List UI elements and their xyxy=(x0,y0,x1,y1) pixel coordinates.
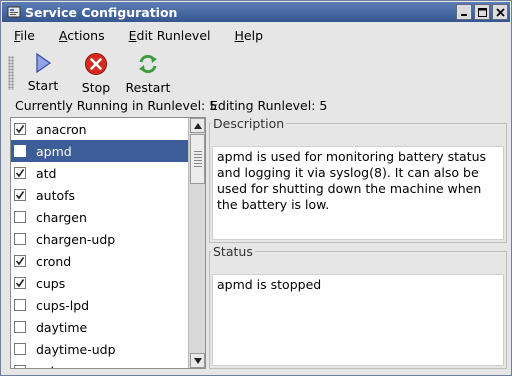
menu-actions[interactable]: Actions xyxy=(47,28,117,43)
window-controls xyxy=(456,4,508,20)
close-icon xyxy=(495,7,505,17)
menu-help-mnemonic: H xyxy=(234,27,244,43)
scroll-thumb-grip xyxy=(194,151,202,167)
status-legend: Status xyxy=(213,244,253,259)
status-frame: Status apmd is stopped xyxy=(209,244,507,369)
service-name: daytime xyxy=(36,319,88,335)
menu-edit-runlevel-mnemonic: E xyxy=(128,27,137,43)
menu-actions-mnemonic: A xyxy=(58,27,68,43)
minimize-button[interactable] xyxy=(456,4,472,20)
stop-label: Stop xyxy=(81,80,111,95)
stop-button[interactable]: Stop xyxy=(69,52,123,96)
checkmark-icon xyxy=(15,191,25,200)
toolbar-grip[interactable] xyxy=(8,56,14,90)
window-title: Service Configuration xyxy=(25,4,178,20)
service-checkbox[interactable] xyxy=(14,343,26,355)
scroll-thumb[interactable] xyxy=(190,134,205,184)
service-row[interactable]: atd xyxy=(11,162,188,184)
service-row[interactable]: cups-lpd xyxy=(11,294,188,316)
maximize-icon xyxy=(477,7,487,17)
service-checkbox[interactable] xyxy=(14,211,26,223)
service-checkbox[interactable] xyxy=(14,189,26,201)
minimize-icon xyxy=(461,14,467,16)
menu-edit-runlevel[interactable]: Edit Runlevel xyxy=(117,28,223,43)
menu-file-rest: ile xyxy=(20,27,35,43)
restart-button[interactable]: Restart xyxy=(121,52,175,96)
service-row[interactable]: daytime xyxy=(11,316,188,338)
menu-actions-rest: ctions xyxy=(67,27,105,43)
service-row[interactable]: anacron xyxy=(11,118,188,140)
service-name: echo xyxy=(36,364,66,369)
service-list[interactable]: anacron apmd atd autofs chargen chargen-udp cr… xyxy=(11,118,188,368)
service-checkbox[interactable] xyxy=(14,167,26,179)
service-row[interactable]: daytime-udp xyxy=(11,338,188,360)
menu-help-rest: elp xyxy=(243,27,264,43)
toolbar: Start Stop Restart xyxy=(2,48,510,96)
service-checkbox[interactable] xyxy=(14,277,26,289)
start-button[interactable]: Start xyxy=(16,52,70,96)
service-checkbox[interactable] xyxy=(14,123,26,135)
service-name: cups-lpd xyxy=(36,297,90,313)
service-checkbox[interactable] xyxy=(14,321,26,333)
title-bar[interactable]: Service Configuration xyxy=(2,2,510,22)
service-name: chargen-udp xyxy=(36,231,116,247)
description-text[interactable]: apmd is used for monitoring battery stat… xyxy=(212,146,504,240)
app-icon xyxy=(5,3,23,21)
service-row[interactable]: apmd xyxy=(11,140,188,162)
service-name: cups xyxy=(36,275,66,291)
service-name: atd xyxy=(36,165,57,181)
scroll-up-button[interactable] xyxy=(190,118,205,133)
arrow-up-icon xyxy=(193,122,202,129)
service-row[interactable]: cups xyxy=(11,272,188,294)
arrow-down-icon xyxy=(193,357,202,364)
checkmark-icon xyxy=(15,125,25,134)
service-name: apmd xyxy=(36,143,72,159)
service-checkbox[interactable] xyxy=(14,255,26,267)
service-checkbox[interactable] xyxy=(14,299,26,311)
checkmark-icon xyxy=(15,279,25,288)
running-runlevel-text: Currently Running in Runlevel: 5 xyxy=(15,98,218,113)
description-legend: Description xyxy=(213,116,285,131)
service-list-panel: anacron apmd atd autofs chargen chargen-udp cr… xyxy=(10,117,206,369)
service-name: anacron xyxy=(36,121,87,137)
menu-bar: File Actions Edit Runlevel Help xyxy=(2,23,510,47)
stop-circle-icon xyxy=(85,53,107,75)
status-text[interactable]: apmd is stopped xyxy=(212,274,504,366)
vertical-scrollbar[interactable] xyxy=(188,118,205,368)
menu-edit-runlevel-rest: dit Runlevel xyxy=(136,27,211,43)
service-name: daytime-udp xyxy=(36,341,116,357)
start-label: Start xyxy=(27,78,59,93)
checkmark-icon xyxy=(15,169,25,178)
service-configuration-window: Service Configuration File Actions Edit … xyxy=(0,0,512,376)
close-button[interactable] xyxy=(492,4,508,20)
scroll-down-button[interactable] xyxy=(190,353,205,368)
service-row[interactable]: crond xyxy=(11,250,188,272)
service-row[interactable]: echo xyxy=(11,360,188,368)
service-name: autofs xyxy=(36,187,76,203)
service-checkbox[interactable] xyxy=(14,365,26,368)
maximize-button[interactable] xyxy=(474,4,490,20)
checkmark-icon xyxy=(15,257,25,266)
service-row[interactable]: autofs xyxy=(11,184,188,206)
service-name: chargen xyxy=(36,209,87,225)
refresh-arrows-icon xyxy=(139,54,157,74)
service-checkbox[interactable] xyxy=(14,233,26,245)
menu-file[interactable]: File xyxy=(2,28,47,43)
menu-help[interactable]: Help xyxy=(223,28,276,43)
service-name: crond xyxy=(36,253,72,269)
service-row[interactable]: chargen-udp xyxy=(11,228,188,250)
restart-label: Restart xyxy=(125,80,171,95)
editing-runlevel-text: Editing Runlevel: 5 xyxy=(210,98,328,113)
play-triangle-icon xyxy=(36,52,52,74)
description-frame: Description apmd is used for monitoring … xyxy=(209,116,507,243)
service-row[interactable]: chargen xyxy=(11,206,188,228)
service-checkbox[interactable] xyxy=(14,145,26,157)
